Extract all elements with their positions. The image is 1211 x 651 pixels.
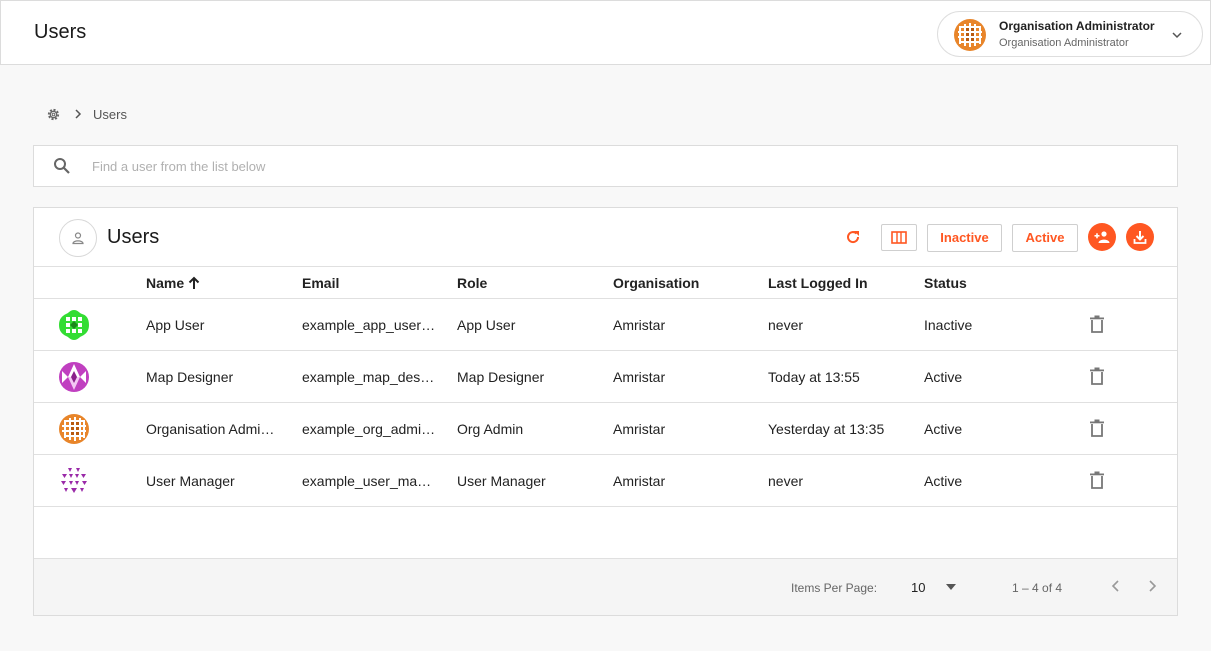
cell-role: Map Designer (457, 369, 545, 385)
account-name: Organisation Administrator (999, 19, 1155, 33)
cell-name: App User (146, 317, 205, 333)
table-row[interactable]: User Manager example_user_manager@exampl… (34, 455, 1177, 507)
search-input[interactable] (92, 154, 1152, 178)
column-header-email[interactable]: Email (302, 275, 437, 291)
view-column-icon (891, 231, 907, 244)
account-avatar (954, 19, 986, 51)
delete-icon[interactable] (1089, 471, 1105, 489)
cell-email: example_map_designer@example.com (302, 369, 437, 385)
user-icon (59, 219, 97, 257)
account-role: Organisation Administrator (999, 37, 1129, 49)
user-avatar (59, 414, 89, 444)
cell-email: example_app_user@example.com (302, 317, 437, 333)
column-header-status[interactable]: Status (924, 275, 1044, 291)
users-card: Users Inactive Active Name Email Role Or… (33, 207, 1178, 616)
search-bar (33, 145, 1178, 187)
gear-icon[interactable] (46, 107, 61, 122)
chevron-down-icon[interactable] (1170, 28, 1184, 42)
download-button[interactable] (1126, 223, 1154, 251)
table-row[interactable]: App User example_app_user@example.com Ap… (34, 299, 1177, 351)
cell-email: example_org_admin@example.com (302, 421, 437, 437)
column-header-last-logged-in[interactable]: Last Logged In (768, 275, 908, 291)
top-bar: Users Organisation Administrator Organis… (0, 0, 1211, 65)
user-avatar (61, 468, 87, 493)
cell-last-logged-in: never (768, 317, 804, 333)
delete-icon[interactable] (1089, 367, 1105, 385)
cell-last-logged-in: never (768, 473, 804, 489)
cell-email: example_user_manager@example.com (302, 473, 437, 489)
table-row[interactable]: Map Designer example_map_designer@exampl… (34, 351, 1177, 403)
card-title: Users (107, 226, 160, 248)
download-icon (1133, 231, 1147, 244)
active-filter-button[interactable]: Active (1012, 224, 1078, 252)
user-avatar (59, 362, 89, 392)
cell-name: Organisation Administrator (146, 421, 276, 437)
person-add-icon (1094, 231, 1110, 243)
cell-status: Inactive (924, 317, 973, 333)
previous-page-icon[interactable] (1109, 579, 1123, 593)
card-header: Users Inactive Active (34, 208, 1177, 267)
refresh-icon[interactable] (844, 228, 862, 246)
dropdown-arrow-icon[interactable] (945, 583, 957, 591)
cell-status: Active (924, 473, 963, 489)
cell-name: Map Designer (146, 369, 234, 385)
items-per-page-label: Items Per Page: (791, 581, 878, 595)
cell-role: App User (457, 317, 516, 333)
table-row[interactable]: Organisation Administrator example_org_a… (34, 403, 1177, 455)
cell-organisation: Amristar (613, 369, 666, 385)
chevron-right-icon (75, 109, 82, 119)
cell-last-logged-in: Today at 13:55 (768, 369, 860, 385)
delete-icon[interactable] (1089, 419, 1105, 437)
cell-status: Active (924, 421, 963, 437)
add-user-button[interactable] (1088, 223, 1116, 251)
items-per-page-select[interactable]: 10 (911, 580, 925, 595)
account-menu[interactable]: Organisation Administrator Organisation … (937, 11, 1203, 57)
paginator: Items Per Page: 10 1 – 4 of 4 (34, 558, 1177, 615)
cell-last-logged-in: Yesterday at 13:35 (768, 421, 885, 437)
columns-button[interactable] (881, 224, 917, 251)
column-header-organisation[interactable]: Organisation (613, 275, 753, 291)
breadcrumb-item-users[interactable]: Users (93, 107, 127, 122)
sort-ascending-icon (188, 276, 200, 289)
page-title: Users (34, 21, 87, 43)
search-icon (54, 158, 70, 174)
cell-organisation: Amristar (613, 317, 666, 333)
cell-organisation: Amristar (613, 421, 666, 437)
delete-icon[interactable] (1089, 315, 1105, 333)
cell-name: User Manager (146, 473, 235, 489)
cell-role: Org Admin (457, 421, 524, 437)
page-range: 1 – 4 of 4 (1012, 581, 1063, 595)
cell-role: User Manager (457, 473, 546, 489)
inactive-filter-button[interactable]: Inactive (927, 224, 1002, 252)
cell-status: Active (924, 369, 963, 385)
table-header: Name Email Role Organisation Last Logged… (34, 267, 1177, 299)
next-page-icon[interactable] (1145, 579, 1159, 593)
column-header-name[interactable]: Name (146, 275, 276, 291)
column-header-role[interactable]: Role (457, 275, 597, 291)
user-avatar (59, 310, 89, 340)
cell-organisation: Amristar (613, 473, 666, 489)
